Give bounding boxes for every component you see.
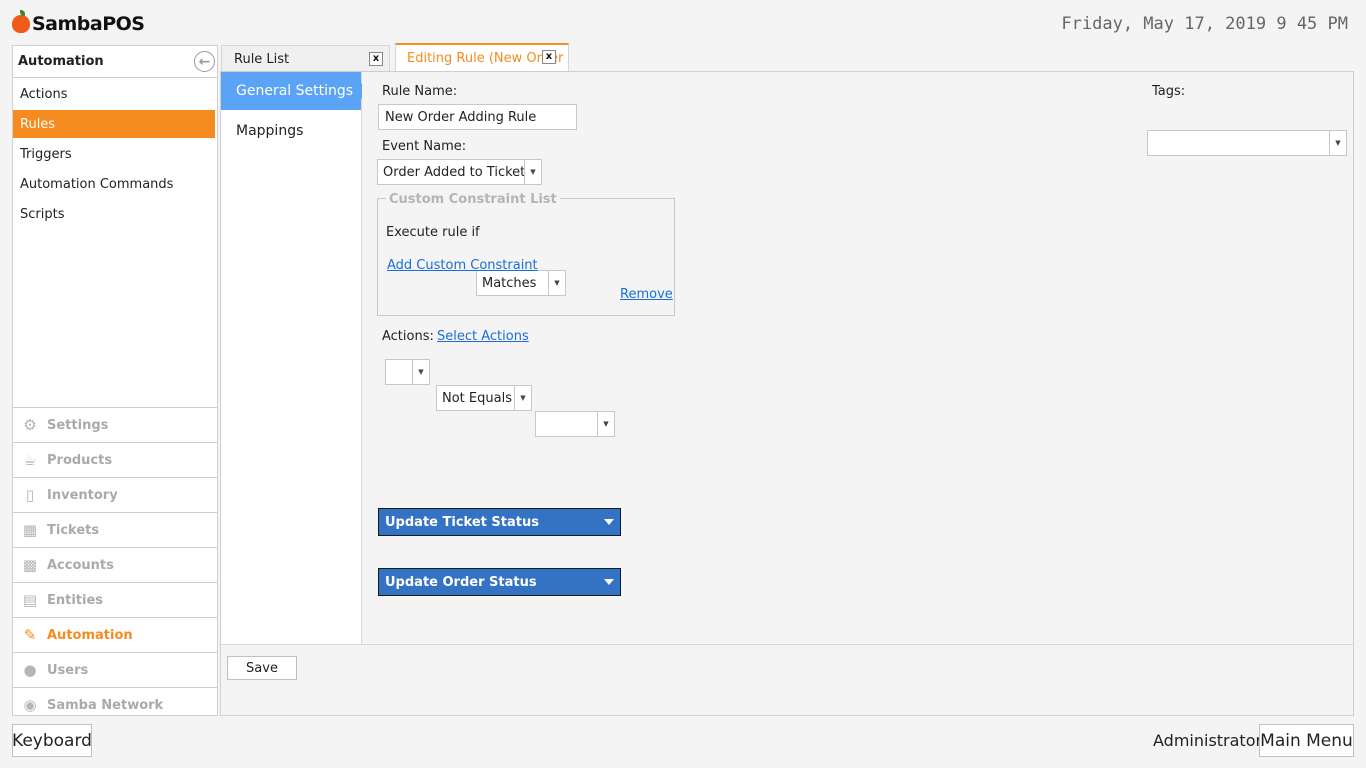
save-button[interactable]: Save bbox=[227, 656, 297, 680]
rule-name-input[interactable]: New Order Adding Rule bbox=[378, 104, 577, 130]
constraint-field-select[interactable]: ▼ bbox=[385, 359, 430, 385]
sidebar-item-label: Rules bbox=[20, 116, 56, 132]
event-name-value: Order Added to Ticket bbox=[383, 164, 526, 180]
select-actions-link[interactable]: Select Actions bbox=[437, 329, 529, 344]
books-icon: ▦ bbox=[22, 521, 38, 539]
sidebar-item-label: Scripts bbox=[20, 206, 65, 222]
constraint-operator-select[interactable]: Not Equals ▼ bbox=[436, 385, 532, 411]
event-name-label: Event Name: bbox=[382, 139, 467, 154]
grid-icon: ▤ bbox=[22, 591, 38, 609]
sidebar-item-automation-commands[interactable]: Automation Commands bbox=[13, 170, 217, 198]
nav-entities[interactable]: ▤ Entities bbox=[13, 582, 217, 617]
keyboard-button[interactable]: Keyboard bbox=[12, 724, 92, 757]
custom-constraint-title: Custom Constraint List bbox=[386, 192, 560, 207]
tab-close-button[interactable]: x bbox=[542, 50, 556, 64]
action-label: Update Ticket Status bbox=[385, 514, 539, 530]
globe-icon: ◉ bbox=[23, 696, 37, 714]
tags-select[interactable]: ▼ bbox=[1147, 130, 1347, 156]
module-nav: ⚙ Settings ☕ Products ▯ Inventory ▦ Tick… bbox=[13, 407, 217, 722]
sidebar-item-label: Automation Commands bbox=[20, 176, 174, 192]
constraint-operator-value: Not Equals bbox=[442, 390, 512, 406]
nav-label: Entities bbox=[47, 592, 104, 608]
tab-label: Rule List bbox=[234, 51, 290, 67]
chevron-down-icon[interactable]: ▼ bbox=[548, 271, 565, 295]
user-icon: ● bbox=[23, 661, 37, 679]
nav-label: Automation bbox=[47, 627, 133, 643]
execute-rule-value: Matches bbox=[482, 275, 537, 291]
nav-label: Inventory bbox=[47, 487, 118, 503]
settings-subnav: General Settings Mappings bbox=[221, 72, 369, 644]
tab-mappings[interactable]: Mappings bbox=[221, 112, 361, 150]
constraint-value-select[interactable]: ▼ bbox=[535, 411, 615, 437]
nav-samba-network[interactable]: ◉ Samba Network bbox=[13, 687, 217, 722]
remove-constraint-link[interactable]: Remove bbox=[620, 287, 673, 302]
nav-tickets[interactable]: ▦ Tickets bbox=[13, 512, 217, 547]
event-name-select[interactable]: Order Added to Ticket ▼ bbox=[377, 159, 542, 185]
execute-rule-label: Execute rule if bbox=[386, 225, 480, 240]
add-custom-constraint-link[interactable]: Add Custom Constraint bbox=[387, 258, 538, 273]
chevron-down-icon[interactable]: ▼ bbox=[524, 160, 541, 184]
left-panel-title: Automation bbox=[18, 54, 104, 69]
nav-users[interactable]: ● Users bbox=[13, 652, 217, 687]
chevron-down-icon[interactable]: ▼ bbox=[597, 412, 614, 436]
sidebar-item-scripts[interactable]: Scripts bbox=[13, 200, 217, 228]
nav-products[interactable]: ☕ Products bbox=[13, 442, 217, 477]
tab-rule-list[interactable]: Rule List bbox=[221, 45, 390, 72]
execute-rule-select[interactable]: Matches ▼ bbox=[476, 270, 566, 296]
caret-down-icon[interactable] bbox=[604, 579, 614, 585]
sidebar-item-label: Triggers bbox=[20, 146, 72, 162]
chevron-down-icon[interactable]: ▼ bbox=[412, 360, 429, 384]
rule-editor-content bbox=[362, 72, 1353, 644]
chevron-down-icon[interactable]: ▼ bbox=[514, 386, 531, 410]
nav-label: Users bbox=[47, 662, 89, 678]
current-user: Administrator bbox=[1153, 731, 1263, 750]
main-menu-button[interactable]: Main Menu bbox=[1259, 724, 1354, 757]
rule-name-label: Rule Name: bbox=[382, 84, 458, 99]
tags-label: Tags: bbox=[1152, 84, 1186, 99]
action-label: Update Order Status bbox=[385, 574, 537, 590]
nav-accounts[interactable]: ▩ Accounts bbox=[13, 547, 217, 582]
chevron-down-icon[interactable]: ▼ bbox=[1329, 131, 1346, 155]
nav-settings[interactable]: ⚙ Settings bbox=[13, 407, 217, 442]
sidebar-item-rules[interactable]: Rules bbox=[13, 110, 215, 138]
tab-general-settings[interactable]: General Settings bbox=[221, 72, 369, 110]
action-update-order-status[interactable]: Update Order Status bbox=[378, 568, 621, 596]
app-logo: SambaPOS bbox=[12, 10, 145, 38]
sidebar-item-triggers[interactable]: Triggers bbox=[13, 140, 217, 168]
editor-footer bbox=[221, 644, 1353, 715]
nav-label: Tickets bbox=[47, 522, 100, 538]
apple-logo-icon bbox=[12, 10, 30, 33]
nav-label: Settings bbox=[47, 417, 109, 433]
nav-automation[interactable]: ✎ Automation bbox=[13, 617, 217, 652]
logo-text: SambaPOS bbox=[32, 13, 145, 35]
gear-icon: ⚙ bbox=[23, 416, 37, 434]
action-update-ticket-status[interactable]: Update Ticket Status bbox=[378, 508, 621, 536]
tab-close-button[interactable]: x bbox=[369, 52, 383, 66]
box-icon: ▯ bbox=[25, 486, 35, 504]
nav-inventory[interactable]: ▯ Inventory bbox=[13, 477, 217, 512]
back-arrow-icon[interactable]: ← bbox=[194, 51, 215, 72]
left-panel-header: Automation ← bbox=[13, 46, 217, 78]
pencil-icon: ✎ bbox=[23, 626, 37, 644]
nav-label: Samba Network bbox=[47, 697, 164, 713]
calculator-icon: ▩ bbox=[22, 556, 38, 574]
nav-label: Products bbox=[47, 452, 113, 468]
sidebar-item-actions[interactable]: Actions bbox=[13, 80, 217, 108]
clock: Friday, May 17, 2019 9 45 PM bbox=[1061, 14, 1348, 34]
sidebar-item-label: Actions bbox=[20, 86, 68, 102]
actions-label: Actions: bbox=[382, 329, 434, 344]
caret-down-icon[interactable] bbox=[604, 519, 614, 525]
nav-label: Accounts bbox=[47, 557, 114, 573]
coffee-cup-icon: ☕ bbox=[23, 451, 37, 469]
left-panel: Automation ← Actions Rules Triggers Auto… bbox=[12, 45, 218, 716]
